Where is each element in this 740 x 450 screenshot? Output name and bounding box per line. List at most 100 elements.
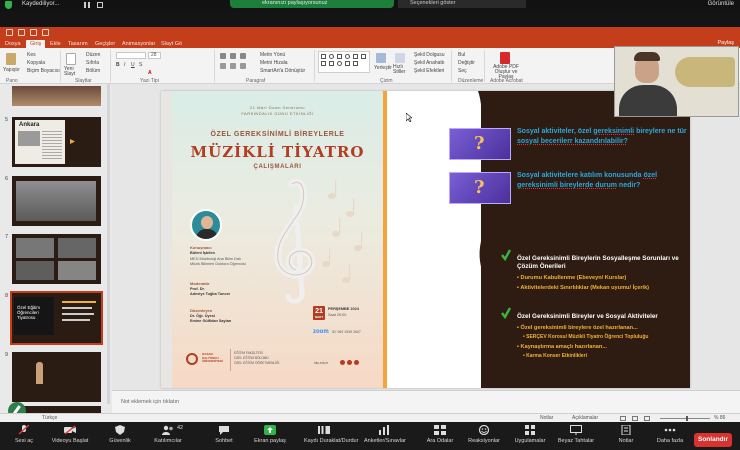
shape-rect-icon[interactable]: [321, 61, 326, 66]
bold-button[interactable]: B: [116, 62, 120, 68]
shape-rect-icon[interactable]: [345, 61, 350, 66]
webcam-video[interactable]: [614, 46, 739, 117]
thumbnail-photo: [58, 261, 96, 280]
copy-button[interactable]: Kopyala: [27, 60, 45, 66]
redo-icon[interactable]: [30, 29, 37, 36]
pause-stop-recording-button[interactable]: Kaydı Duraklat/Durdur: [304, 425, 358, 444]
tab-transitions[interactable]: Geçişler: [95, 40, 115, 48]
select-button[interactable]: Seç: [458, 68, 467, 74]
shape-oval-icon[interactable]: [345, 54, 350, 59]
thumbnails-scrollbar[interactable]: [107, 84, 110, 404]
participants-button[interactable]: 42 Katılımcılar: [148, 425, 188, 444]
unmute-button[interactable]: Sesi aç: [4, 425, 44, 444]
shape-fill-button[interactable]: Şekil Dolgusu: [414, 52, 445, 58]
arrange-icon[interactable]: [376, 53, 386, 63]
reset-button[interactable]: Sıfırla: [86, 60, 99, 66]
end-meeting-button[interactable]: Sonlandır: [694, 433, 732, 447]
cut-button[interactable]: Kes: [27, 52, 36, 58]
view-button[interactable]: Görüntüle: [708, 1, 734, 7]
comments-toggle[interactable]: Açıklamalar: [572, 415, 598, 421]
italic-button[interactable]: I: [124, 62, 125, 68]
shape-outline-button[interactable]: Şekil Anahattı: [414, 60, 445, 66]
paste-button[interactable]: Yapıştır: [3, 67, 20, 73]
indent-icon[interactable]: [240, 53, 246, 59]
notes-placeholder[interactable]: Not eklemek için tıklatın: [121, 399, 179, 405]
shape-effects-button[interactable]: Şekil Efektleri: [414, 68, 444, 74]
normal-view-icon[interactable]: [620, 416, 626, 421]
save-icon[interactable]: [6, 29, 13, 36]
reading-view-icon[interactable]: [644, 416, 650, 421]
slide-thumbnail[interactable]: Ankara: [12, 117, 101, 167]
language-indicator[interactable]: Türkçe: [42, 415, 57, 421]
bullets-icon[interactable]: [220, 53, 226, 59]
section-button[interactable]: Bölüm: [86, 68, 100, 74]
convert-smartart-button[interactable]: SmartArt'a Dönüştür: [260, 68, 305, 74]
quick-styles-button[interactable]: Hızlı Stiller: [393, 65, 407, 75]
current-slide[interactable]: 21 Mart Down Sendromu FARKINDALIK GÜNÜ E…: [161, 91, 690, 388]
slide-thumbnail[interactable]: [12, 176, 101, 226]
slide-thumbnail-selected[interactable]: Özel Eğitim Öğrencileri Tiyatrosu: [10, 291, 103, 345]
stop-recording-icon[interactable]: [97, 2, 103, 8]
shape-rect-icon[interactable]: [353, 54, 358, 59]
strikethrough-button[interactable]: S: [139, 62, 142, 68]
reactions-button[interactable]: Reaksiyonlar: [464, 425, 504, 444]
layout-button[interactable]: Düzen: [86, 52, 100, 58]
shape-rect-icon[interactable]: [361, 54, 366, 59]
zoom-slider-thumb[interactable]: [686, 416, 688, 421]
undo-icon[interactable]: [18, 29, 25, 36]
notes-pane[interactable]: Not eklemek için tıklatın: [112, 390, 740, 413]
present-icon[interactable]: [42, 29, 49, 36]
chat-button[interactable]: Sohbet: [204, 425, 244, 444]
security-button[interactable]: Güvenlik: [100, 425, 140, 444]
tab-animations[interactable]: Animasyonlar: [122, 40, 155, 48]
slide-sorter-icon[interactable]: [632, 416, 638, 421]
underline-button[interactable]: U: [131, 62, 135, 68]
quick-styles-icon[interactable]: [395, 53, 405, 63]
new-slide-icon[interactable]: [66, 53, 76, 65]
start-video-button[interactable]: Videoyu Başlat: [50, 425, 90, 444]
shape-rect-icon[interactable]: [329, 61, 334, 66]
format-painter-button[interactable]: Biçim Boyacısı: [27, 68, 60, 74]
text-direction-button[interactable]: Metin Yönü: [260, 52, 285, 58]
font-size-box[interactable]: 28: [148, 52, 161, 59]
find-button[interactable]: Bul: [458, 52, 465, 58]
new-slide-button[interactable]: Yeni Slayt: [64, 67, 78, 77]
numbering-icon[interactable]: [230, 53, 236, 59]
slide-thumbnail[interactable]: [12, 234, 101, 284]
tab-home[interactable]: Giriş: [26, 40, 46, 48]
align-text-button[interactable]: Metni Hizala: [260, 60, 288, 66]
shape-oval-icon[interactable]: [329, 54, 334, 59]
apps-button[interactable]: Uygulamalar: [510, 425, 550, 444]
align-right-icon[interactable]: [240, 63, 246, 69]
shape-rect-icon[interactable]: [321, 54, 326, 59]
breakout-rooms-button[interactable]: Ara Odalar: [420, 425, 460, 444]
shape-oval-icon[interactable]: [337, 61, 342, 66]
shapes-gallery[interactable]: [318, 51, 370, 73]
tab-design[interactable]: Tasarım: [68, 40, 88, 48]
align-left-icon[interactable]: [220, 63, 226, 69]
font-color-button[interactable]: A: [148, 70, 152, 76]
align-center-icon[interactable]: [230, 63, 236, 69]
adobe-pdf-icon[interactable]: [500, 52, 510, 64]
font-name-box[interactable]: [116, 52, 146, 59]
replace-button[interactable]: Değiştir: [458, 60, 475, 66]
tab-file[interactable]: Dosya: [5, 40, 21, 48]
more-button[interactable]: Daha fazla: [650, 425, 690, 444]
tab-slideshow[interactable]: Slayt Gö: [161, 40, 182, 48]
notes-button[interactable]: Notlar: [606, 425, 646, 444]
slide-thumbnail[interactable]: [12, 86, 101, 106]
tab-insert[interactable]: Ekle: [50, 40, 61, 48]
notes-toggle[interactable]: Notlar: [540, 415, 553, 421]
whiteboards-button[interactable]: Beyaz Tahtalar: [556, 425, 596, 444]
pause-recording-icon[interactable]: [84, 2, 90, 8]
share-options-menu[interactable]: Seçenekleri göster: [398, 0, 526, 8]
slide-thumbnail[interactable]: [12, 352, 101, 402]
polls-button[interactable]: Anketler/Sınavlar: [364, 425, 406, 444]
shape-rect-icon[interactable]: [353, 61, 358, 66]
zoom-level[interactable]: % 86: [714, 415, 725, 421]
share-screen-button[interactable]: Ekran paylaş: [250, 425, 290, 444]
zoom-slider[interactable]: [660, 418, 710, 419]
shape-rect-icon[interactable]: [337, 54, 342, 59]
arrange-button[interactable]: Yerleştir: [374, 65, 392, 71]
paste-icon[interactable]: [6, 53, 16, 65]
